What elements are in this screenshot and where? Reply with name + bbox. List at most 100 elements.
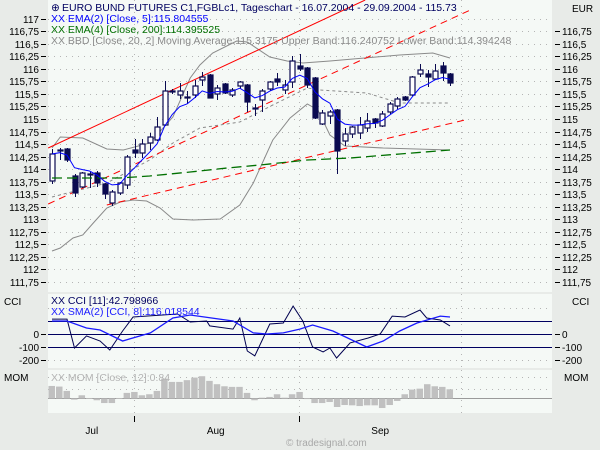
candle[interactable] <box>207 74 214 99</box>
candle[interactable] <box>312 77 319 119</box>
mom-bar <box>198 376 206 399</box>
candle-body-up <box>327 111 334 117</box>
mom-bar <box>86 397 93 399</box>
candle-body-down <box>274 78 281 83</box>
left-price-label: 113,25 <box>9 203 39 214</box>
right-price-label: 114,25 <box>562 153 592 164</box>
legend-mom[interactable]: XX MOM [Close, 12]:0.84 <box>51 372 170 384</box>
right-price-label: 115 <box>562 115 578 126</box>
candle-body-up <box>109 191 116 204</box>
candle[interactable] <box>409 76 416 96</box>
candle[interactable] <box>402 96 409 101</box>
candle[interactable] <box>267 81 274 91</box>
candle-body-up <box>342 133 349 142</box>
mom-bar <box>116 397 123 399</box>
copyright[interactable]: © tradesignal.com <box>286 438 367 449</box>
right-price-label: 113,5 <box>562 190 587 201</box>
mom-bar <box>348 398 356 406</box>
mom-bar <box>393 398 401 401</box>
left-price-label: 115,75 <box>9 77 39 88</box>
cci-right-label: -200 <box>562 356 582 367</box>
mom-bar <box>56 386 63 399</box>
mom-bar <box>258 397 266 399</box>
right-price-label: 112,75 <box>562 228 592 239</box>
candle-body-up <box>177 90 184 96</box>
mom-bar <box>221 386 228 399</box>
candle-body-down <box>297 65 304 70</box>
mom-bar <box>326 398 333 403</box>
left-price-label: 112,25 <box>9 253 39 264</box>
mom-bar <box>341 398 348 406</box>
candle-body-up <box>417 69 424 75</box>
mom-bar <box>206 380 213 399</box>
right-price-label: 112,5 <box>562 240 587 251</box>
mom-bar <box>191 377 198 399</box>
right-price-label: 115,75 <box>562 77 592 88</box>
left-price-label: 117 <box>23 15 39 26</box>
mom-bar <box>431 386 439 399</box>
candle-body-up <box>87 173 94 176</box>
mom-bar <box>78 395 86 399</box>
left-price-label: 114,5 <box>15 140 40 151</box>
left-price-label: 116,25 <box>9 52 39 63</box>
left-price-label: 111,75 <box>10 278 40 289</box>
mom-bar <box>146 394 153 399</box>
candle-body-up <box>49 153 56 182</box>
legend-bbd[interactable]: XX BBD [Close, 20, 2] Moving Average:115… <box>51 35 512 47</box>
mom-bar <box>236 386 243 399</box>
left-price-label: 116,75 <box>9 27 39 38</box>
candle-body-down <box>184 96 191 99</box>
candle-body-up <box>162 90 169 126</box>
legend-cci-sma[interactable]: XX SMA(2) [CCI, 8]:116.018544 <box>51 306 200 318</box>
mom-bar <box>93 398 101 401</box>
candle-body-up <box>319 112 326 125</box>
mom-bar <box>416 388 423 399</box>
mom-bar <box>311 398 318 404</box>
candle-body-down <box>440 65 447 74</box>
cci-label-right: CCI <box>572 297 589 308</box>
mom-bar <box>71 398 78 400</box>
right-price-label: 112,25 <box>562 253 592 264</box>
left-price-label: 114,75 <box>9 128 39 139</box>
candle-body-up <box>79 172 86 188</box>
mom-bar <box>108 398 116 404</box>
candle[interactable] <box>79 172 86 188</box>
right-price-label: 112 <box>562 265 578 276</box>
candle-body-down <box>132 149 139 154</box>
candle-body-up <box>387 103 394 113</box>
mom-label-right: MOM <box>564 373 588 384</box>
mom-bar <box>424 384 431 399</box>
mom-bar <box>251 398 258 401</box>
month-label: Sep <box>371 426 389 437</box>
left-price-label: 115,25 <box>9 102 39 113</box>
mom-bar <box>363 398 371 406</box>
candle-body-up <box>267 81 274 90</box>
candle[interactable] <box>124 155 131 189</box>
left-price-label: 116,5 <box>15 40 40 51</box>
mom-bar <box>371 398 378 406</box>
left-price-label: 115,5 <box>15 90 40 101</box>
mom-bar <box>386 398 393 406</box>
mom-bar <box>401 394 408 399</box>
candle-body-up <box>199 76 206 81</box>
candle-body-up <box>124 156 131 186</box>
mom-bar <box>439 386 446 399</box>
mom-bar <box>273 394 281 399</box>
cci-left-label: -100 <box>19 343 39 354</box>
right-price-label: 113,75 <box>562 178 592 189</box>
candle-body-up <box>139 143 146 154</box>
candle-body-up <box>394 98 401 107</box>
mom-bar <box>228 386 236 399</box>
candle-body-down <box>312 77 319 119</box>
candle-body-down <box>207 74 214 99</box>
candle[interactable] <box>387 102 394 114</box>
mom-bar <box>213 384 221 399</box>
cci-right-label: 0 <box>562 330 568 341</box>
mom-bar <box>356 398 363 407</box>
cci-left-label: 0 <box>33 330 39 341</box>
left-price-label: 116 <box>23 65 39 76</box>
cci-right-label: -100 <box>562 343 582 354</box>
mom-bar <box>138 395 146 399</box>
right-price-label: 115,5 <box>562 90 587 101</box>
month-label: Jul <box>85 426 98 437</box>
